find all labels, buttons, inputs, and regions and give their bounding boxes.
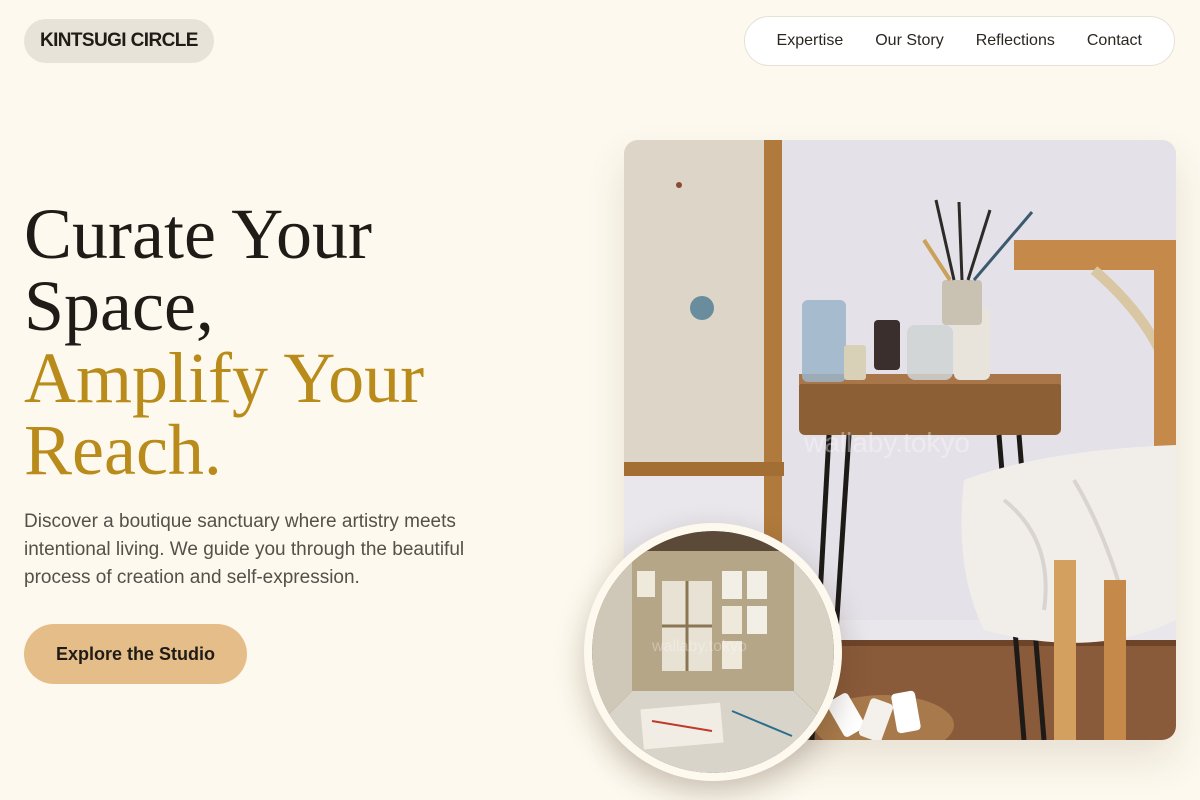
- headline-accent-line-1: Amplify Your: [24, 338, 425, 418]
- nav-link-our-story[interactable]: Our Story: [859, 32, 959, 50]
- main-nav: Expertise Our Story Reflections Contact: [743, 16, 1175, 66]
- photo-watermark: wallaby.tokyo: [803, 427, 970, 458]
- explore-studio-button[interactable]: Explore the Studio: [24, 624, 248, 684]
- hero-headline: Curate Your Space, Amplify Your Reach.: [24, 198, 584, 486]
- studio-inset-photo: wallaby.tokyo: [584, 523, 842, 781]
- brand-logo[interactable]: KINTSUGI CIRCLE: [24, 19, 214, 63]
- nav-link-contact[interactable]: Contact: [1071, 32, 1158, 50]
- nav-link-reflections[interactable]: Reflections: [960, 32, 1071, 50]
- headline-line-1: Curate Your: [24, 194, 373, 274]
- hero-description: Discover a boutique sanctuary where arti…: [24, 511, 465, 588]
- headline-line-2: Space,: [24, 266, 214, 346]
- nav-link-expertise[interactable]: Expertise: [761, 32, 860, 50]
- headline-accent-line-2: Reach.: [24, 410, 222, 490]
- inset-watermark: wallaby.tokyo: [651, 638, 747, 655]
